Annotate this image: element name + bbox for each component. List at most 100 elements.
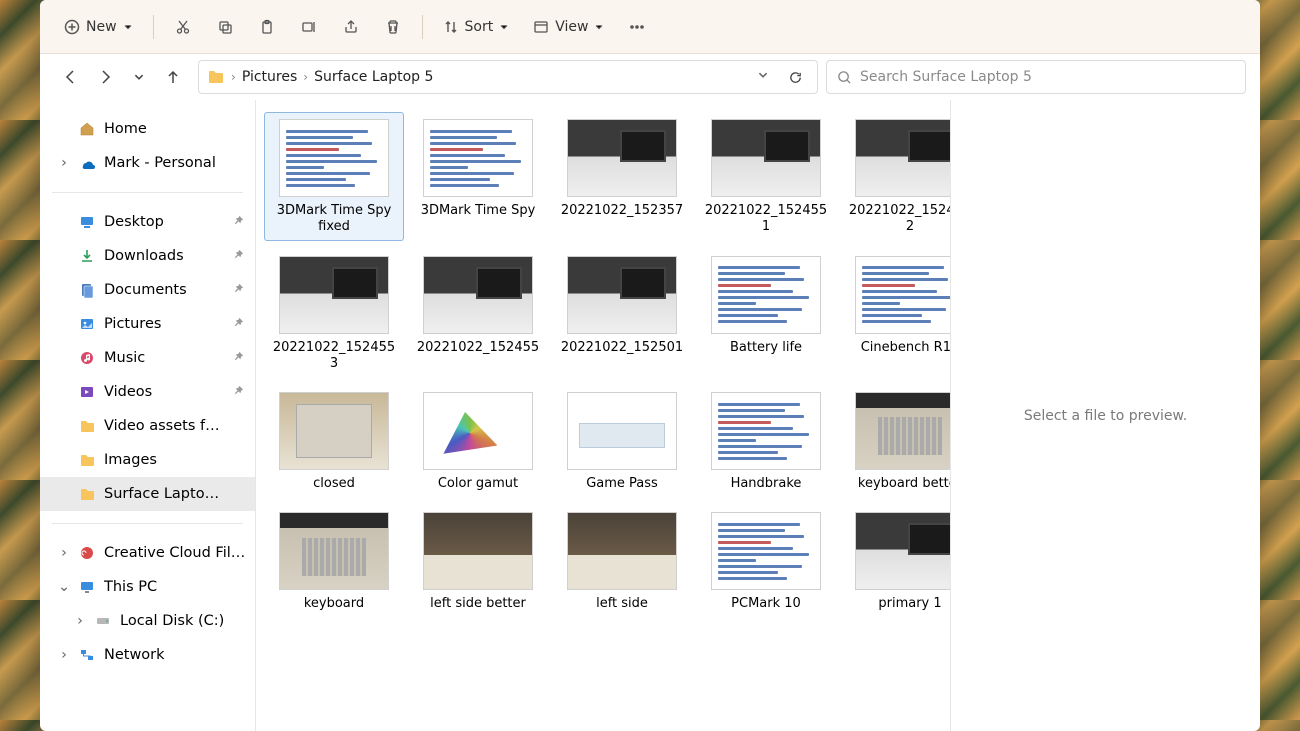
expand-icon[interactable]: ⌄ (58, 579, 70, 595)
paste-button[interactable] (248, 10, 286, 44)
more-button[interactable] (618, 10, 656, 44)
file-thumbnail (711, 119, 821, 197)
expand-icon[interactable]: › (74, 613, 86, 629)
sidebar-item-this-pc[interactable]: ⌄ This PC (40, 570, 255, 604)
sidebar-item-label: Music (104, 350, 225, 366)
expand-icon[interactable]: › (58, 155, 70, 171)
file-thumbnail (423, 256, 533, 334)
view-button-label: View (555, 19, 588, 35)
sort-icon (443, 19, 459, 35)
sidebar-item-creative-cloud-files[interactable]: › Creative Cloud Files (40, 536, 255, 570)
sidebar-item-label: Local Disk (C:) (120, 613, 247, 629)
file-name-label: keyboard (304, 596, 364, 612)
file-item[interactable]: keyboard (264, 505, 404, 617)
folder-icon (78, 417, 96, 435)
file-item[interactable]: keyboard better (840, 385, 950, 497)
separator (422, 15, 423, 39)
sidebar-item-videos[interactable]: Videos (40, 375, 255, 409)
recent-button[interactable] (122, 60, 156, 94)
file-item[interactable]: primary 1 (840, 505, 950, 617)
file-grid-scroll[interactable]: 3DMark Time Spy fixed3DMark Time Spy2022… (256, 100, 950, 731)
breadcrumb-pictures[interactable]: Pictures (242, 69, 297, 85)
file-thumbnail (567, 119, 677, 197)
expand-icon[interactable]: › (58, 647, 70, 663)
file-item[interactable]: PCMark 10 (696, 505, 836, 617)
file-name-label: 20221022_152455 (417, 340, 539, 356)
separator (52, 523, 243, 524)
navbar: › Pictures › Surface Laptop 5 (40, 54, 1260, 100)
file-name-label: 20221022_152455 2 (846, 203, 950, 236)
sidebar-item-surface-laptop-5[interactable]: Surface Laptop 5 (40, 477, 255, 511)
cut-button[interactable] (164, 10, 202, 44)
forward-button[interactable] (88, 60, 122, 94)
file-item[interactable]: left side (552, 505, 692, 617)
share-button[interactable] (332, 10, 370, 44)
sidebar-item-desktop[interactable]: Desktop (40, 205, 255, 239)
sidebar-item-label: Surface Laptop 5 (104, 486, 225, 502)
pin-icon (233, 249, 247, 263)
file-item[interactable]: Battery life (696, 249, 836, 378)
breadcrumb-dropdown[interactable] (757, 69, 769, 85)
sidebar-item-music[interactable]: Music (40, 341, 255, 375)
file-item[interactable]: Color gamut (408, 385, 548, 497)
file-item[interactable]: left side better (408, 505, 548, 617)
sidebar-item-downloads[interactable]: Downloads (40, 239, 255, 273)
sidebar-item-label: This PC (104, 579, 247, 595)
sort-button-label: Sort (465, 19, 494, 35)
sidebar-item-local-disk-c-[interactable]: › Local Disk (C:) (40, 604, 255, 638)
file-item[interactable]: 20221022_152357 (552, 112, 692, 241)
folder-icon (78, 485, 96, 503)
desktop-icon (78, 213, 96, 231)
file-name-label: 3DMark Time Spy fixed (270, 203, 398, 236)
search-box[interactable] (826, 60, 1246, 94)
file-item[interactable]: 20221022_152455 (408, 249, 548, 378)
file-item[interactable]: 20221022_152501 (552, 249, 692, 378)
sidebar-item-label: Images (104, 452, 225, 468)
breadcrumb-bar[interactable]: › Pictures › Surface Laptop 5 (198, 60, 818, 94)
file-item[interactable]: Handbrake (696, 385, 836, 497)
search-input[interactable] (860, 69, 1235, 85)
sidebar-item-video-assets-for-cl[interactable]: Video assets for Cl (40, 409, 255, 443)
pin-icon (233, 283, 247, 297)
sidebar-drives: › Creative Cloud Files ⌄ This PC › Local Disk… (40, 532, 255, 676)
expand-icon[interactable]: › (58, 545, 70, 561)
delete-button[interactable] (374, 10, 412, 44)
sidebar-home[interactable]: Home (40, 112, 255, 146)
sidebar-item-documents[interactable]: Documents (40, 273, 255, 307)
file-item[interactable]: 20221022_152455 1 (696, 112, 836, 241)
new-button[interactable]: New (54, 10, 143, 44)
videos-icon (78, 383, 96, 401)
file-item[interactable]: Game Pass (552, 385, 692, 497)
file-item[interactable]: Cinebench R15 (840, 249, 950, 378)
sidebar-item-images[interactable]: Images (40, 443, 255, 477)
sort-button[interactable]: Sort (433, 10, 520, 44)
file-item[interactable]: 20221022_152455 3 (264, 249, 404, 378)
chevron-down-icon (123, 22, 133, 32)
up-arrow-icon (165, 69, 181, 85)
sidebar-personal[interactable]: › Mark - Personal (40, 146, 255, 180)
file-item[interactable]: 20221022_152455 2 (840, 112, 950, 241)
sidebar-quick-access: Desktop Downloads DocumentsPictures Music Vi… (40, 201, 255, 515)
file-name-label: keyboard better (858, 476, 950, 492)
file-item[interactable]: 3DMark Time Spy (408, 112, 548, 241)
file-name-label: Game Pass (586, 476, 658, 492)
file-thumbnail (855, 392, 950, 470)
sidebar-item-pictures[interactable]: Pictures (40, 307, 255, 341)
refresh-button[interactable] (781, 63, 809, 91)
rename-button[interactable] (290, 10, 328, 44)
up-button[interactable] (156, 60, 190, 94)
sidebar-item-label: Creative Cloud Files (104, 545, 247, 561)
chevron-down-icon (594, 22, 604, 32)
file-item[interactable]: closed (264, 385, 404, 497)
back-button[interactable] (54, 60, 88, 94)
copy-button[interactable] (206, 10, 244, 44)
sidebar-item-label: Downloads (104, 248, 225, 264)
view-button[interactable]: View (523, 10, 614, 44)
file-thumbnail (711, 512, 821, 590)
file-grid: 3DMark Time Spy fixed3DMark Time Spy2022… (264, 112, 942, 618)
desktop-background: New Sort View › Pictures (0, 0, 1300, 731)
breadcrumb-current[interactable]: Surface Laptop 5 (314, 69, 433, 85)
file-item[interactable]: 3DMark Time Spy fixed (264, 112, 404, 241)
onedrive-icon (78, 154, 96, 172)
sidebar-item-network[interactable]: ›Network (40, 638, 255, 672)
